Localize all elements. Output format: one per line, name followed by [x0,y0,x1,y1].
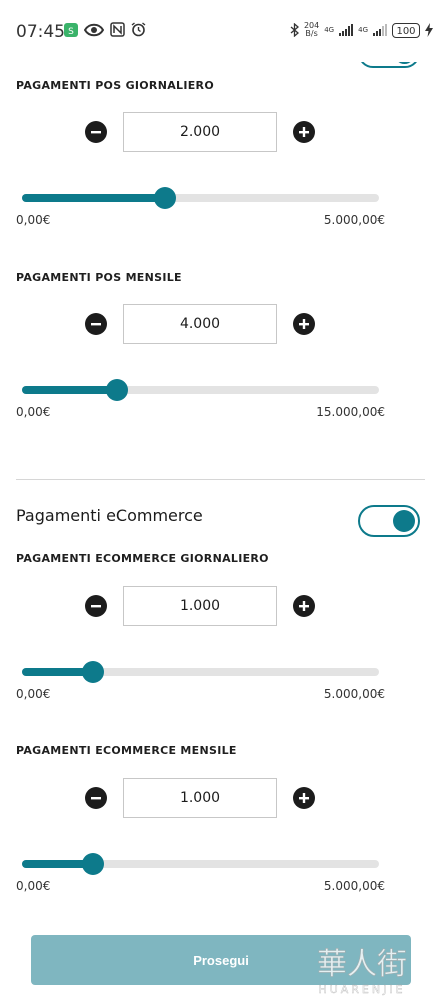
ecommerce-monthly-max-label: 5.000,00€ [323,879,385,893]
nfc-icon [110,22,125,37]
ecommerce-monthly-input[interactable]: 1.000 [123,778,277,818]
svg-text:S: S [68,27,74,37]
slider-fill [22,194,165,202]
pos-daily-min-label: 0,00€ [16,213,51,227]
status-left-icons: S [64,22,146,37]
ecommerce-toggle[interactable] [358,505,420,537]
ecommerce-monthly-increase-button[interactable] [293,787,315,809]
slider-thumb[interactable] [153,187,176,209]
plus-icon [299,793,309,803]
ecommerce-daily-input[interactable]: 1.000 [123,586,277,626]
pos-monthly-label: PAGAMENTI POS MENSILE [16,271,182,284]
ecommerce-monthly-label: PAGAMENTI ECOMMERCE MENSILE [16,744,237,757]
ecommerce-monthly-slider[interactable] [22,853,379,875]
status-time: 07:45 [16,22,65,42]
plus-icon [299,601,309,611]
pos-daily-increase-button[interactable] [293,121,315,143]
slider-thumb[interactable] [82,661,105,683]
section-divider [16,479,425,480]
plus-icon [299,319,309,329]
pos-daily-slider[interactable] [22,187,379,209]
ecommerce-daily-min-label: 0,00€ [16,687,51,701]
bluetooth-icon [290,23,299,37]
charging-icon [425,23,433,37]
ecommerce-daily-max-label: 5.000,00€ [323,687,385,701]
ecommerce-daily-increase-button[interactable] [293,595,315,617]
ecommerce-daily-decrease-button[interactable] [85,595,107,617]
pos-monthly-min-label: 0,00€ [16,405,51,419]
signal-icon [339,24,354,36]
pos-monthly-input[interactable]: 4.000 [123,304,277,344]
minus-icon [91,605,101,608]
slider-thumb[interactable] [82,853,105,875]
toggle-knob [393,510,415,532]
slider-thumb[interactable] [106,379,129,401]
ecommerce-daily-label: PAGAMENTI ECOMMERCE GIORNALIERO [16,552,269,565]
pos-monthly-slider[interactable] [22,379,379,401]
app-notification-icon: S [64,22,78,37]
watermark-text-top: 華人街 [317,947,407,982]
pos-daily-label: PAGAMENTI POS GIORNALIERO [16,79,214,92]
battery-icon: 100 [392,22,420,38]
pos-daily-decrease-button[interactable] [85,121,107,143]
network-type-2: 4G [358,25,368,34]
ecommerce-heading: Pagamenti eCommerce [16,506,203,525]
watermark-text-bottom: HUARENJIE [318,983,405,996]
network-type-1: 4G [324,25,335,34]
ecommerce-monthly-decrease-button[interactable] [85,787,107,809]
pos-monthly-increase-button[interactable] [293,313,315,335]
plus-icon [299,127,309,137]
watermark-logo: 華人街 HUARENJIE [317,947,408,996]
signal-icon-2 [373,24,387,36]
status-bar: 07:45 S 204 B/s 4G 4G 100 [0,0,441,62]
pos-daily-input[interactable]: 2.000 [123,112,277,152]
pos-daily-max-label: 5.000,00€ [323,213,385,227]
minus-icon [91,323,101,326]
minus-icon [91,131,101,134]
alarm-icon [131,22,146,37]
network-speed: 204 B/s [303,21,320,38]
pos-monthly-max-label: 15.000,00€ [316,405,385,419]
eye-icon [84,23,104,36]
minus-icon [91,797,101,800]
ecommerce-monthly-min-label: 0,00€ [16,879,51,893]
ecommerce-daily-slider[interactable] [22,661,379,683]
status-right-icons: 204 B/s 4G 4G 100 [290,22,433,38]
slider-fill [22,386,118,394]
pos-monthly-decrease-button[interactable] [85,313,107,335]
